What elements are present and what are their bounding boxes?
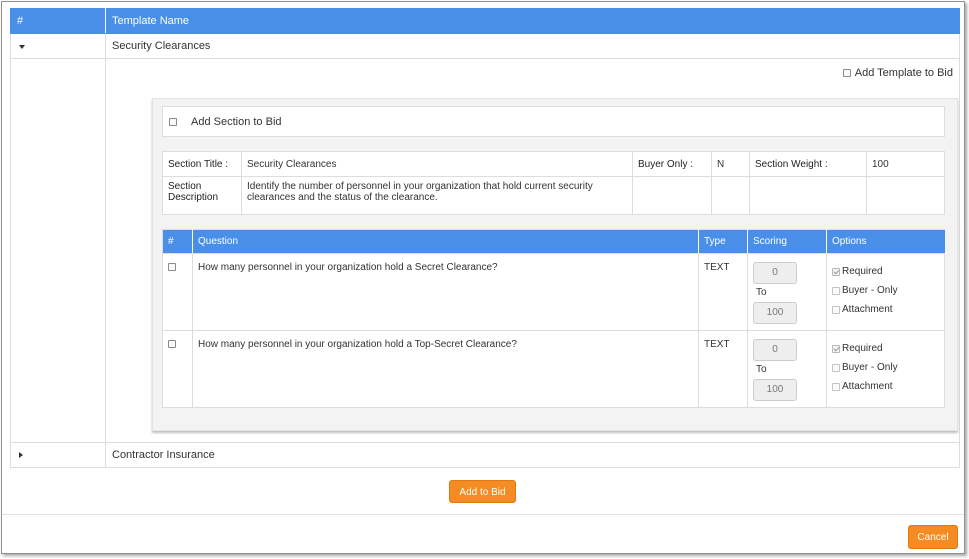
section-title-value: Security Clearances [241,151,633,177]
caret-right-icon[interactable] [19,452,23,458]
cancel-button[interactable]: Cancel [908,525,958,549]
buyer-only-label: Buyer Only : [632,151,712,177]
footer-divider [2,514,964,515]
section-panel: Add Section to Bid Section Title : Secur… [152,98,958,431]
expand-toggle[interactable] [10,33,106,59]
column-header-number: # [10,8,106,34]
question-type: TEXT [698,330,748,408]
attachment-checkbox[interactable] [832,305,840,314]
section-info-table: Section Title : Security Clearances Buye… [162,151,945,215]
questions-table-header: # Question Type Scoring Options [162,229,945,254]
column-header-template-name: Template Name [105,8,960,34]
template-detail-row: Add Template to Bid Add Section to Bid S… [10,58,960,443]
question-select-cell [162,330,193,408]
add-section-label: Add Section to Bid [191,115,282,128]
scoring-cell: 0 To 100 [747,330,827,408]
option-label: Required [842,343,883,354]
template-row-contractor-insurance[interactable]: Contractor Insurance [10,442,960,468]
to-label: To [756,287,767,298]
option-buyer-only[interactable]: Buyer - Only [832,358,939,377]
section-info-row: Section Title : Security Clearances Buye… [162,151,945,177]
expand-toggle[interactable] [10,442,106,468]
attachment-checkbox[interactable] [832,382,840,391]
template-name: Contractor Insurance [105,442,960,468]
empty-cell [711,176,750,215]
buyer-only-checkbox[interactable] [832,363,840,372]
dialog-frame: # Template Name Security Clearances Add … [1,1,965,554]
column-header-type: Type [698,229,748,254]
add-to-bid-button[interactable]: Add to Bid [449,480,516,503]
options-cell: Required Buyer - Only Attachment [826,253,945,331]
option-label: Buyer - Only [842,285,898,296]
option-required[interactable]: Required [832,339,939,358]
buyer-only-checkbox[interactable] [832,286,840,295]
column-header-options: Options [826,229,945,254]
question-checkbox[interactable] [168,340,176,349]
section-weight-value: 100 [866,151,945,177]
empty-cell [866,176,945,215]
template-detail: Add Template to Bid Add Section to Bid S… [105,58,960,443]
templates-table: # Template Name Security Clearances Add … [10,8,960,468]
question-checkbox[interactable] [168,263,176,272]
empty-cell [749,176,867,215]
section-description-value: Identify the number of personnel in your… [241,176,633,215]
questions-table: # Question Type Scoring Options How many… [162,229,945,408]
question-type: TEXT [698,253,748,331]
score-max-input[interactable]: 100 [753,379,797,401]
option-required[interactable]: Required [832,262,939,281]
option-attachment[interactable]: Attachment [832,300,939,319]
question-text: How many personnel in your organization … [192,330,699,408]
section-title-label: Section Title : [162,151,242,177]
option-label: Attachment [842,381,893,392]
scoring-cell: 0 To 100 [747,253,827,331]
add-template-label: Add Template to Bid [854,67,953,79]
column-header-scoring: Scoring [747,229,827,254]
option-label: Buyer - Only [842,362,898,373]
option-attachment[interactable]: Attachment [832,377,939,396]
templates-table-header: # Template Name [10,8,960,34]
question-text: How many personnel in your organization … [192,253,699,331]
template-name: Security Clearances [105,33,960,59]
score-min-input[interactable]: 0 [753,262,797,284]
option-label: Attachment [842,304,893,315]
add-template-checkbox[interactable] [842,69,851,77]
add-section-checkbox[interactable] [169,117,177,126]
add-template-to-bid[interactable]: Add Template to Bid [842,67,953,79]
section-description-row: Section Description Identify the number … [162,176,945,215]
section-weight-label: Section Weight : [749,151,867,177]
score-min-input[interactable]: 0 [753,339,797,361]
question-select-cell [162,253,193,331]
column-header-number: # [162,229,193,254]
buyer-only-value: N [711,151,750,177]
question-row: How many personnel in your organization … [162,330,945,408]
required-checkbox[interactable] [832,267,840,276]
option-buyer-only[interactable]: Buyer - Only [832,281,939,300]
option-label: Required [842,266,883,277]
empty-cell [632,176,712,215]
template-row-security-clearances[interactable]: Security Clearances [10,33,960,59]
options-cell: Required Buyer - Only Attachment [826,330,945,408]
column-header-question: Question [192,229,699,254]
add-section-to-bid[interactable]: Add Section to Bid [162,106,945,137]
detail-spacer [10,58,106,443]
question-row: How many personnel in your organization … [162,253,945,331]
required-checkbox[interactable] [832,344,840,353]
score-max-input[interactable]: 100 [753,302,797,324]
to-label: To [756,364,767,375]
caret-down-icon[interactable] [19,45,25,49]
section-description-label: Section Description [162,176,242,215]
